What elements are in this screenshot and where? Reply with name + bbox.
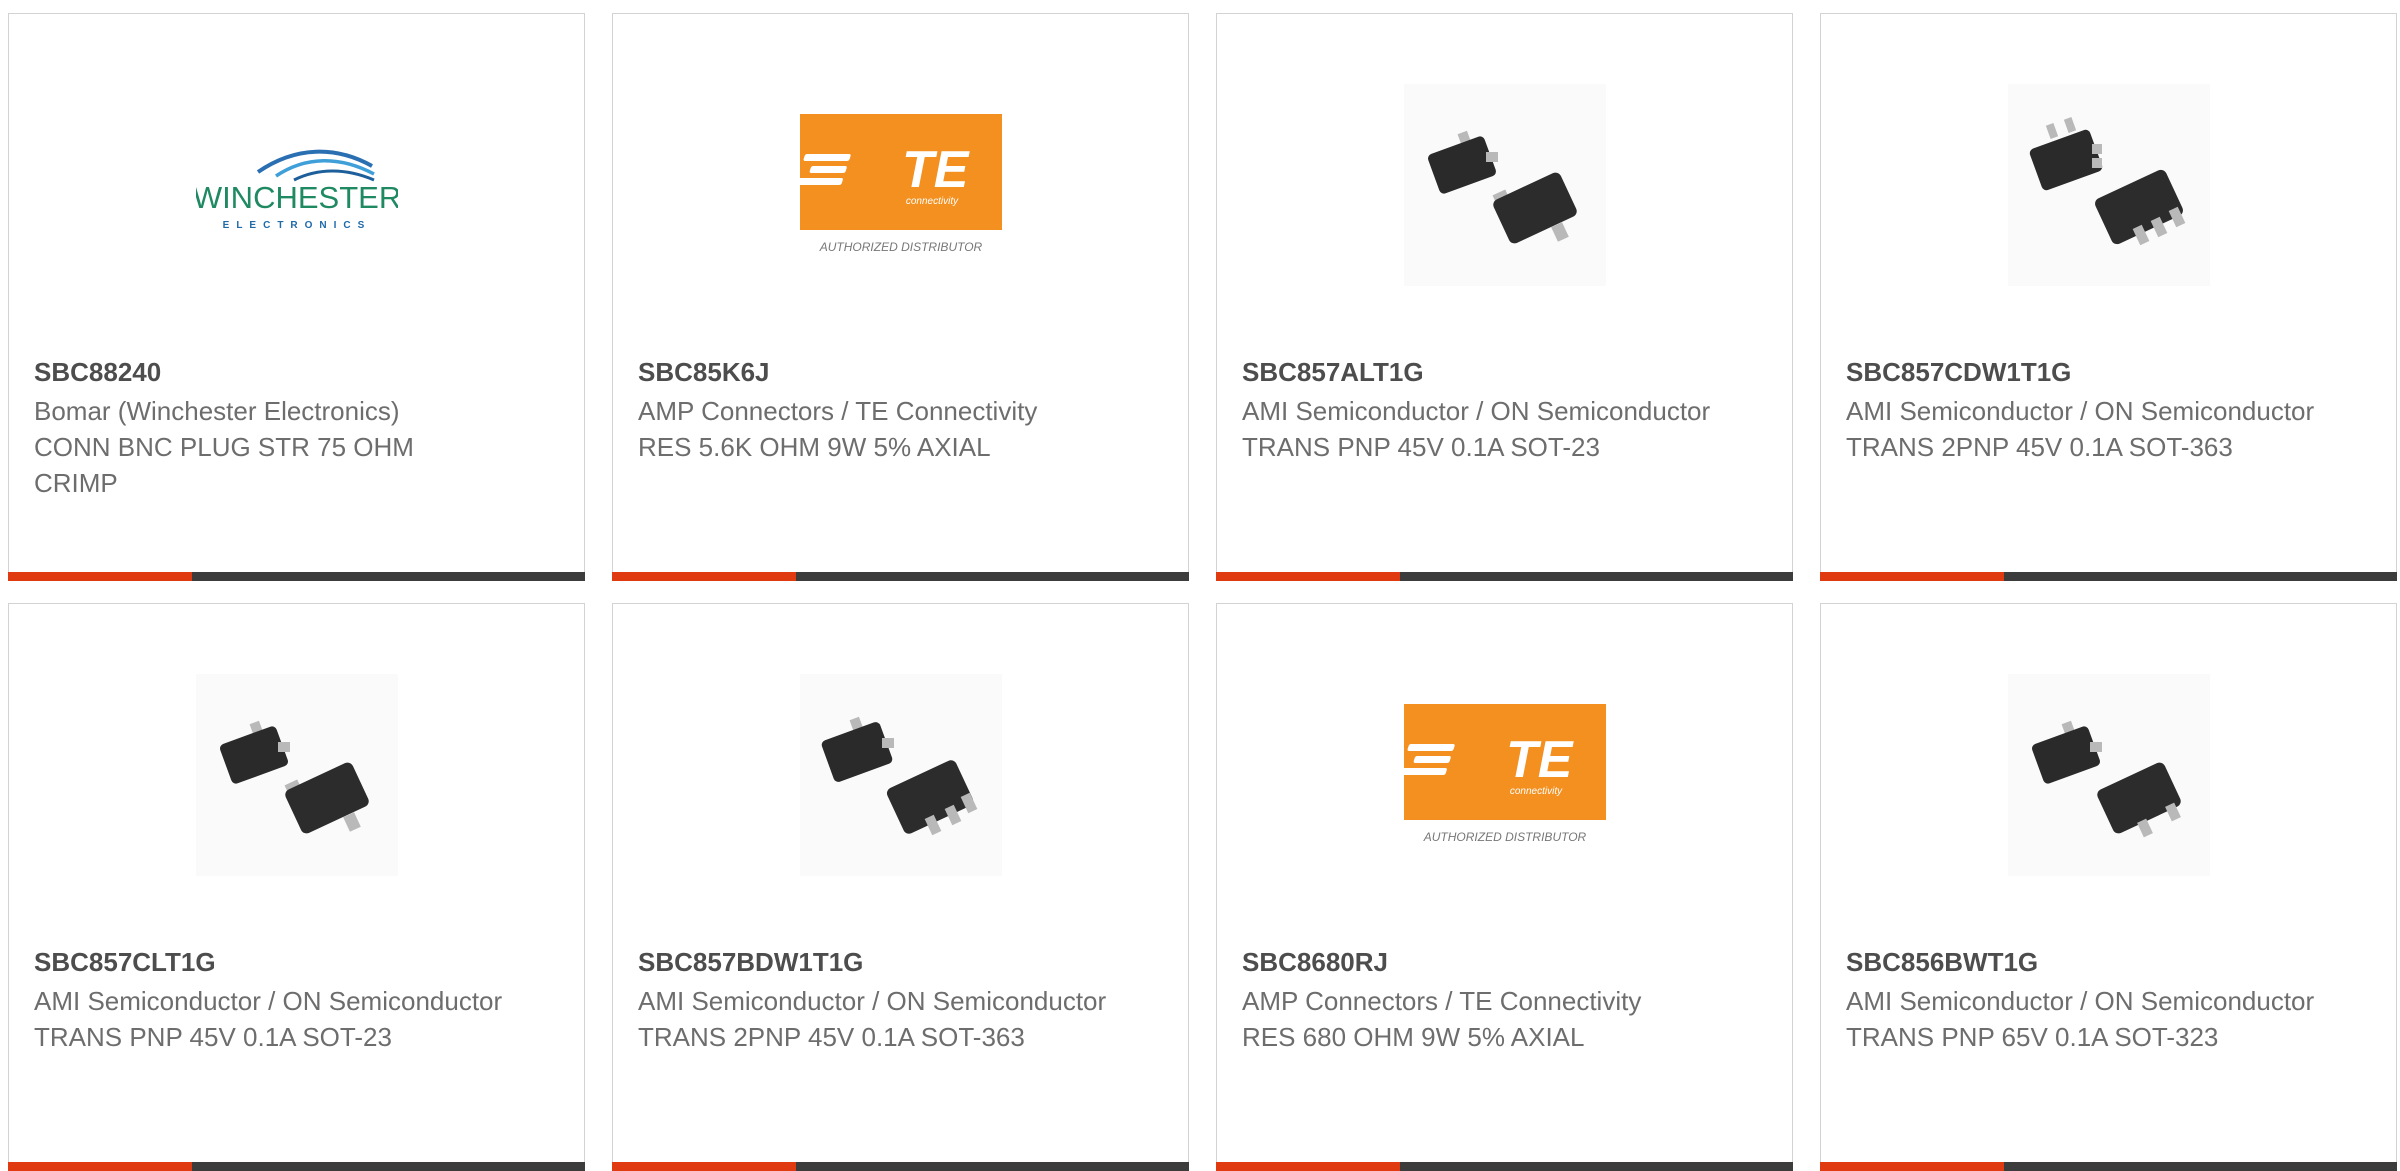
logo-subtitle: connectivity — [1509, 786, 1562, 797]
product-card[interactable]: SBC856BWT1G AMI Semiconductor / ON Semic… — [1820, 603, 2397, 1171]
te-logo: TE connectivity AUTHORIZED DISTRIBUTOR — [799, 114, 1002, 254]
part-number[interactable]: SBC857CLT1G — [34, 947, 216, 978]
manufacturer: AMI Semiconductor / ON Semiconductor — [1242, 396, 1711, 426]
product-image[interactable]: WINCHESTER ELECTRONICS — [196, 84, 398, 286]
description: RES 680 OHM 9W 5% AXIAL — [1242, 1022, 1585, 1052]
description: TRANS PNP 45V 0.1A SOT-23 — [34, 1022, 392, 1052]
description: TRANS PNP 65V 0.1A SOT-323 — [1846, 1022, 2219, 1052]
manufacturer: AMI Semiconductor / ON Semiconductor — [638, 986, 1107, 1016]
logo-subtitle: ELECTRONICS — [222, 220, 371, 231]
sot23-package-icon — [1403, 84, 1606, 286]
description: TRANS 2PNP 45V 0.1A SOT-363 — [638, 1022, 1025, 1052]
description: TRANS PNP 45V 0.1A SOT-23 — [1242, 432, 1600, 462]
part-number[interactable]: SBC857CDW1T1G — [1846, 357, 2071, 388]
part-number[interactable]: SBC857ALT1G — [1242, 357, 1424, 388]
manufacturer: AMI Semiconductor / ON Semiconductor — [1846, 396, 2315, 426]
description: RES 5.6K OHM 9W 5% AXIAL — [638, 432, 991, 462]
description: TRANS 2PNP 45V 0.1A SOT-363 — [1846, 432, 2233, 462]
product-image[interactable] — [2007, 674, 2210, 876]
product-meta: AMI Semiconductor / ON Semiconductor TRA… — [1846, 983, 2316, 1055]
winchester-logo: WINCHESTER ELECTRONICS — [196, 149, 398, 231]
manufacturer: AMI Semiconductor / ON Semiconductor — [1846, 986, 2315, 1016]
product-meta: Bomar (Winchester Electronics) CONN BNC … — [34, 393, 504, 501]
product-card[interactable]: SBC857BDW1T1G AMI Semiconductor / ON Sem… — [612, 603, 1189, 1171]
product-meta: AMP Connectors / TE Connectivity RES 680… — [1242, 983, 1712, 1055]
product-card[interactable]: TE connectivity AUTHORIZED DISTRIBUTOR S… — [1216, 603, 1793, 1171]
product-meta: AMI Semiconductor / ON Semiconductor TRA… — [1846, 393, 2316, 465]
product-image[interactable]: TE connectivity AUTHORIZED DISTRIBUTOR — [1403, 674, 1606, 876]
product-meta: AMI Semiconductor / ON Semiconductor TRA… — [1242, 393, 1712, 465]
sot363-package-icon — [799, 674, 1002, 876]
manufacturer: AMI Semiconductor / ON Semiconductor — [34, 986, 503, 1016]
logo-name: TE — [902, 141, 970, 199]
sot23-package-icon — [2007, 674, 2210, 876]
logo-caption: AUTHORIZED DISTRIBUTOR — [818, 240, 982, 254]
product-meta: AMI Semiconductor / ON Semiconductor TRA… — [34, 983, 504, 1055]
product-card[interactable]: SBC857ALT1G AMI Semiconductor / ON Semic… — [1216, 13, 1793, 581]
product-image[interactable] — [799, 674, 1002, 876]
card-bottom-bar — [612, 572, 1189, 581]
product-image[interactable] — [195, 674, 398, 876]
logo-name: WINCHESTER — [196, 180, 398, 215]
card-bottom-bar — [8, 572, 585, 581]
description: CONN BNC PLUG STR 75 OHM CRIMP — [34, 432, 414, 498]
product-image[interactable] — [1403, 84, 1606, 286]
product-card[interactable]: WINCHESTER ELECTRONICS SBC88240 Bomar (W… — [8, 13, 585, 581]
part-number[interactable]: SBC85K6J — [638, 357, 770, 388]
logo-caption: AUTHORIZED DISTRIBUTOR — [1422, 830, 1586, 844]
manufacturer: Bomar (Winchester Electronics) — [34, 396, 400, 426]
product-grid: WINCHESTER ELECTRONICS SBC88240 Bomar (W… — [0, 0, 2400, 1171]
manufacturer: AMP Connectors / TE Connectivity — [1242, 986, 1642, 1016]
logo-subtitle: connectivity — [905, 196, 958, 207]
card-bottom-bar — [1216, 572, 1793, 581]
part-number[interactable]: SBC856BWT1G — [1846, 947, 2038, 978]
part-number[interactable]: SBC857BDW1T1G — [638, 947, 863, 978]
manufacturer: AMP Connectors / TE Connectivity — [638, 396, 1038, 426]
product-image[interactable] — [2007, 84, 2210, 286]
te-logo: TE connectivity AUTHORIZED DISTRIBUTOR — [1403, 704, 1606, 844]
part-number[interactable]: SBC8680RJ — [1242, 947, 1388, 978]
card-bottom-bar — [1820, 572, 2397, 581]
product-card[interactable]: SBC857CDW1T1G AMI Semiconductor / ON Sem… — [1820, 13, 2397, 581]
sot363-package-icon — [2007, 84, 2210, 286]
product-meta: AMP Connectors / TE Connectivity RES 5.6… — [638, 393, 1108, 465]
sot23-package-icon — [195, 674, 398, 876]
product-image[interactable]: TE connectivity AUTHORIZED DISTRIBUTOR — [799, 84, 1002, 286]
product-card[interactable]: SBC857CLT1G AMI Semiconductor / ON Semic… — [8, 603, 585, 1171]
product-meta: AMI Semiconductor / ON Semiconductor TRA… — [638, 983, 1108, 1055]
product-card[interactable]: TE connectivity AUTHORIZED DISTRIBUTOR S… — [612, 13, 1189, 581]
logo-name: TE — [1506, 731, 1574, 789]
part-number[interactable]: SBC88240 — [34, 357, 161, 388]
